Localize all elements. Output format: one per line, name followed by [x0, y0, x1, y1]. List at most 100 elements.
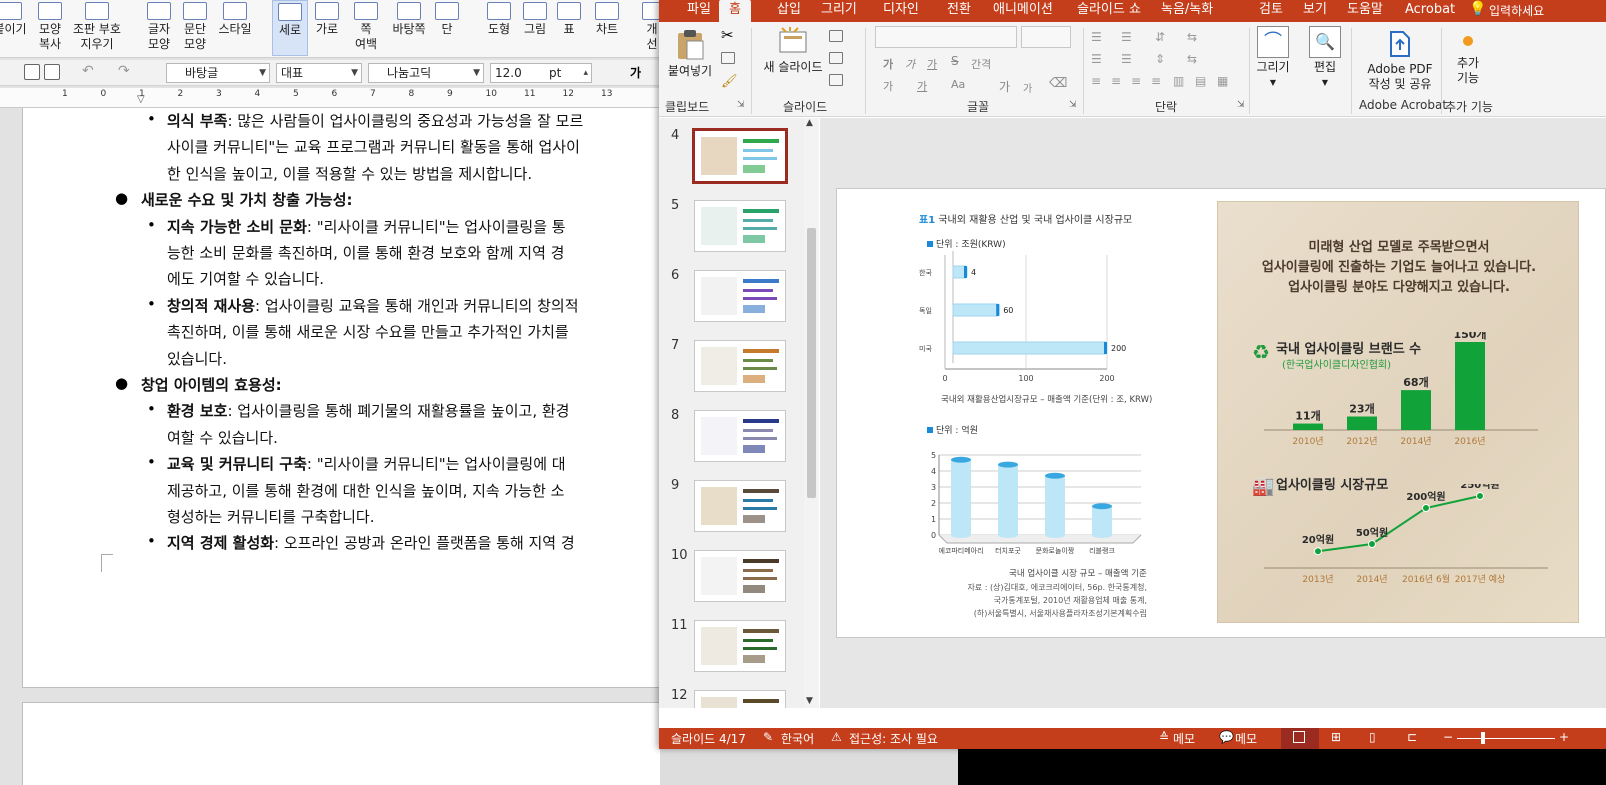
- current-slide[interactable]: 표1 국내외 재활용 산업 및 국내 업사이클 시장규모 단위 : 조원(KRW…: [836, 188, 1606, 638]
- spellcheck-icon[interactable]: ✎: [763, 730, 773, 744]
- reading-view-icon[interactable]: ▯: [1369, 730, 1376, 744]
- ribbon-tab[interactable]: 슬라이드 쇼: [1067, 0, 1151, 22]
- ribbon-tab[interactable]: 녹음/녹화: [1151, 0, 1223, 22]
- ribbon-tab[interactable]: Acrobat: [1395, 0, 1465, 22]
- doc-line[interactable]: 새로운 수요 및 가치 창출 가능성:: [141, 189, 353, 210]
- hwp-ribbon-button[interactable]: 표: [554, 0, 584, 56]
- doc-line[interactable]: 지속 가능한 소비 문화: "리사이클 커뮤니티"는 업사이클링을 통: [167, 216, 566, 237]
- slide-sorter-icon[interactable]: ⊞: [1331, 730, 1341, 744]
- ribbon-tab[interactable]: 보기: [1293, 0, 1337, 22]
- font-size-field[interactable]: 12.0 pt ▴: [490, 63, 592, 83]
- scroll-up-icon[interactable]: ▲: [806, 118, 813, 128]
- hwp-ribbon-button[interactable]: 문단 모양: [178, 0, 212, 56]
- bold-icon[interactable]: 가: [630, 64, 641, 81]
- doc-line[interactable]: 제공하고, 이를 통해 환경에 대한 인식을 높이며, 지속 가능한 소: [167, 480, 564, 501]
- indent-marker-icon[interactable]: ▽: [137, 94, 145, 105]
- font-lang-dropdown[interactable]: 대표 ▼: [276, 63, 362, 83]
- scroll-down-icon[interactable]: ▼: [806, 696, 813, 706]
- comments-button[interactable]: 메모: [1235, 730, 1257, 747]
- ribbon-tab[interactable]: 전환: [937, 0, 981, 22]
- paragraph-format-icon[interactable]: ⇵: [1155, 30, 1165, 44]
- ribbon-tab[interactable]: 홈: [719, 0, 751, 22]
- doc-line[interactable]: 창의적 재사용: 업사이클링 교육을 통해 개인과 커뮤니티의 창의적: [167, 295, 579, 316]
- format-painter-icon[interactable]: 🖌: [721, 74, 738, 89]
- print-icon[interactable]: [24, 64, 40, 80]
- reset-icon[interactable]: [829, 52, 843, 64]
- doc-line[interactable]: 한 인식을 높이고, 이를 적용할 수 있는 방법을 제시합니다.: [167, 163, 532, 184]
- italic-icon[interactable]: 가: [905, 56, 915, 72]
- grow-font-icon[interactable]: 가: [999, 78, 1010, 95]
- ribbon-tab[interactable]: 애니메이션: [983, 0, 1063, 22]
- ribbon-tab[interactable]: 도움말: [1337, 0, 1393, 22]
- slide-thumbnail-pane[interactable]: 4 5 6 7 8 9 10 11 12: [659, 118, 819, 708]
- paragraph-format-icon[interactable]: ⇆: [1187, 52, 1197, 66]
- font-size-dropdown[interactable]: [1021, 26, 1071, 48]
- highlight-icon[interactable]: 가: [883, 78, 893, 94]
- doc-line[interactable]: 능한 소비 문화를 촉진하며, 이를 통해 환경 보호와 함께 지역 경: [167, 242, 564, 263]
- paragraph-format-icon[interactable]: ▥: [1173, 74, 1184, 88]
- new-slide-button[interactable]: 새 슬라이드: [759, 26, 827, 75]
- accessibility-icon[interactable]: ⚠: [831, 730, 842, 744]
- hwp-ribbon-button[interactable]: 단: [432, 0, 462, 56]
- layout-icon[interactable]: [829, 30, 843, 42]
- dialog-launcher-icon[interactable]: ⇲: [1237, 100, 1245, 110]
- font-color-icon[interactable]: 가: [917, 78, 927, 94]
- hwp-ribbon-button[interactable]: 차트: [590, 0, 624, 56]
- notes-icon[interactable]: ≙: [1159, 730, 1169, 744]
- tell-me-input[interactable]: 입력하세요: [1489, 2, 1544, 19]
- notes-button[interactable]: 메모: [1173, 730, 1195, 747]
- font-name-dropdown[interactable]: 나눔고딕 ▼: [368, 63, 484, 83]
- change-case-icon[interactable]: Aa: [951, 78, 965, 91]
- spinner-icon[interactable]: ▴: [583, 64, 588, 82]
- slide-thumbnail[interactable]: [694, 620, 786, 672]
- doc-line[interactable]: 환경 보호: 업사이클링을 통해 폐기물의 재활용률을 높이고, 환경: [167, 400, 569, 421]
- scrollbar-thumb[interactable]: [807, 228, 816, 498]
- hwp-ribbon-button[interactable]: 스타일: [214, 0, 256, 56]
- slideshow-icon[interactable]: ⊏: [1407, 730, 1417, 744]
- hwp-ribbon-button[interactable]: 모양 복사: [32, 0, 68, 56]
- slide-thumbnail[interactable]: [694, 200, 786, 252]
- hwp-ribbon-button[interactable]: 도형: [482, 0, 516, 56]
- paste-button[interactable]: 붙여넣기: [667, 28, 713, 79]
- dialog-launcher-icon[interactable]: ⇲: [737, 100, 745, 110]
- paragraph-format-icon[interactable]: ▤: [1195, 74, 1206, 88]
- bold-icon[interactable]: 가: [883, 56, 893, 72]
- hwp-page[interactable]: • 의식 부족: 많은 사람들이 업사이클링의 중요성과 가능성을 잘 모르 사이클…: [22, 108, 660, 688]
- cut-icon[interactable]: ✂: [721, 26, 734, 44]
- doc-line[interactable]: 촉진하며, 이를 통해 새로운 시장 수요를 만들고 추가적인 가치를: [167, 321, 569, 342]
- slide-thumbnail[interactable]: [694, 270, 786, 322]
- accessibility-status[interactable]: 접근성: 조사 필요: [849, 730, 938, 747]
- ribbon-tab[interactable]: 파일: [677, 0, 721, 22]
- comments-icon[interactable]: 💬: [1219, 730, 1234, 744]
- doc-line[interactable]: 의식 부족: 많은 사람들이 업사이클링의 중요성과 가능성을 잘 모르: [167, 110, 583, 131]
- doc-line[interactable]: 형성하는 커뮤니티를 구축합니다.: [167, 506, 375, 527]
- zoom-slider-thumb[interactable]: [1481, 732, 1485, 744]
- slide-thumbnail[interactable]: [694, 480, 786, 532]
- doc-line[interactable]: 에도 기여할 수 있습니다.: [167, 268, 324, 289]
- hwp-ribbon-button[interactable]: 쪽 여백: [348, 0, 384, 56]
- doc-line[interactable]: 창업 아이템의 효용성:: [141, 374, 282, 395]
- paragraph-format-icon[interactable]: ≡: [1091, 74, 1101, 88]
- paragraph-format-icon[interactable]: ▦: [1217, 74, 1228, 88]
- clear-format-icon[interactable]: ⌫: [1049, 76, 1067, 91]
- ribbon-tab[interactable]: 그리기: [811, 0, 867, 22]
- slide-thumbnail[interactable]: [694, 410, 786, 462]
- undo-icon[interactable]: ↶: [82, 63, 94, 79]
- hwp-ribbon-button[interactable]: 세로: [272, 0, 308, 56]
- draw-button[interactable]: ⌒ 그리기 ▼: [1255, 26, 1291, 90]
- lightbulb-icon[interactable]: 💡: [1469, 1, 1486, 17]
- paragraph-format-icon[interactable]: ☰: [1091, 30, 1102, 44]
- addins-button[interactable]: 추가 기능: [1445, 32, 1491, 86]
- adobe-pdf-button[interactable]: Adobe PDF 작성 및 공유: [1359, 30, 1441, 92]
- slide-thumbnail[interactable]: [694, 550, 786, 602]
- hwp-ribbon-button[interactable]: 그림: [518, 0, 552, 56]
- zoom-in-icon[interactable]: +: [1559, 730, 1569, 744]
- dialog-launcher-icon[interactable]: ⇲: [1069, 100, 1077, 110]
- language-status[interactable]: 한국어: [781, 730, 814, 747]
- hwp-page-next[interactable]: [22, 702, 660, 785]
- paragraph-format-icon[interactable]: ☰: [1091, 52, 1102, 66]
- paragraph-format-icon[interactable]: ≡: [1111, 74, 1121, 88]
- slide-thumbnail[interactable]: [694, 340, 786, 392]
- edit-button[interactable]: 🔍 편집 ▼: [1307, 26, 1343, 90]
- doc-line[interactable]: 여할 수 있습니다.: [167, 427, 278, 448]
